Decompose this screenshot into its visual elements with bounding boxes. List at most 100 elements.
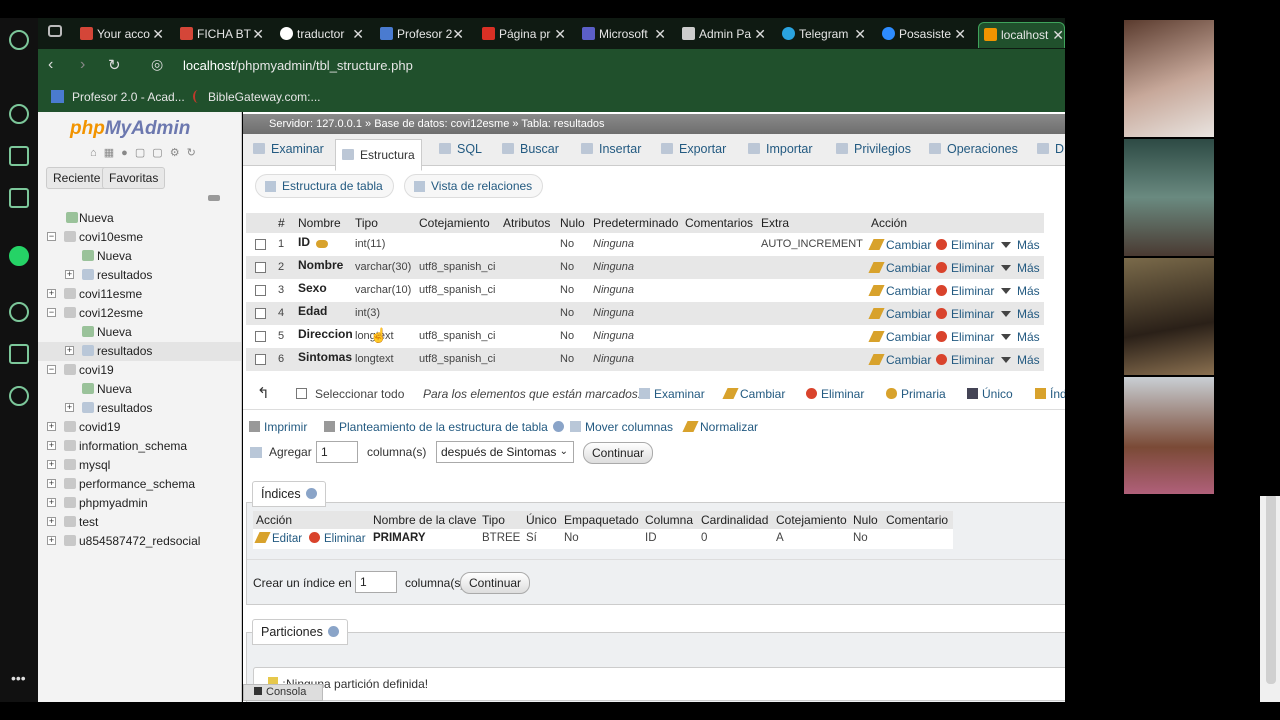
close-icon[interactable]: ✕ [754, 22, 766, 46]
bookmark-biblegateway[interactable]: BibleGateway.com:... [193, 90, 321, 104]
close-icon[interactable]: ✕ [152, 22, 164, 46]
select-all-label[interactable]: Seleccionar todo [315, 387, 404, 401]
tab-structure[interactable]: Estructura [335, 139, 422, 171]
gamepad-icon[interactable] [48, 25, 62, 37]
tab-privileges[interactable]: Privilegios [836, 134, 911, 166]
scroll-thumb[interactable] [1266, 494, 1276, 684]
tree-new-db[interactable]: Nueva [38, 209, 241, 228]
add-columns-continue-button[interactable]: Continuar [583, 442, 654, 464]
help-icon[interactable] [327, 626, 339, 637]
close-icon[interactable]: ✕ [252, 22, 264, 46]
tree-new-table[interactable]: Nueva [38, 380, 241, 399]
row-checkbox[interactable] [255, 331, 266, 342]
tree-table-resultados[interactable]: + resultados [38, 399, 241, 418]
scrollbar[interactable] [1260, 494, 1280, 702]
delete-button[interactable]: Eliminar [936, 353, 994, 367]
bookmark-profesor[interactable]: Profesor 2.0 - Acad... [51, 90, 185, 104]
expand-icon[interactable]: + [47, 479, 56, 488]
tab-pagina[interactable]: Página pr ✕ [482, 22, 568, 48]
back-icon[interactable]: ‹ [48, 56, 53, 74]
tree-db-covi10esme[interactable]: − covi10esme [38, 228, 241, 247]
tab-gmail-account[interactable]: Your acco ✕ [80, 22, 166, 48]
cube-icon[interactable] [9, 344, 29, 364]
row-checkbox[interactable] [255, 239, 266, 250]
tree-table-resultados-selected[interactable]: + resultados [38, 342, 241, 361]
whatsapp-icon[interactable] [9, 246, 29, 266]
tab-traductor[interactable]: traductor ✕ [280, 22, 366, 48]
tree-table-resultados[interactable]: + resultados [38, 266, 241, 285]
tree-db-covi19[interactable]: − covi19 [38, 361, 241, 380]
tab-browse[interactable]: Examinar [253, 134, 324, 166]
nav-quick-icons[interactable]: ⌂ ▦ ● ▢ ▢ ⚙ ↻ [90, 146, 198, 159]
delete-button[interactable]: Eliminar [936, 307, 994, 321]
tree-new-table[interactable]: Nueva [38, 247, 241, 266]
more-button[interactable]: Más [1001, 238, 1040, 252]
change-button[interactable]: Cambiar [868, 284, 931, 298]
row-checkbox[interactable] [255, 354, 266, 365]
tree-db-covi12esme[interactable]: − covi12esme [38, 304, 241, 323]
collapse-icon[interactable]: − [47, 365, 56, 374]
bulk-browse-button[interactable]: Examinar [639, 387, 705, 401]
breadcrumb-table[interactable]: Tabla: resultados [521, 118, 604, 130]
tab-more[interactable]: D [1037, 134, 1064, 166]
tab-import[interactable]: Importar [748, 134, 813, 166]
close-icon[interactable]: ✕ [954, 22, 966, 46]
more-icon[interactable]: ••• [11, 670, 26, 686]
recent-button[interactable]: Reciente [46, 167, 108, 189]
expand-icon[interactable]: + [47, 441, 56, 450]
breadcrumb-server[interactable]: Servidor: 127.0.0.1 [269, 118, 362, 130]
bulk-unique-button[interactable]: Único [967, 387, 1013, 401]
tree-db-covid19[interactable]: + covid19 [38, 418, 241, 437]
tab-posasistencia[interactable]: Posasiste ✕ [882, 22, 968, 48]
change-button[interactable]: Cambiar [868, 330, 931, 344]
bulk-index-button[interactable]: Índ [1035, 387, 1065, 401]
expand-icon[interactable]: + [65, 403, 74, 412]
expand-icon[interactable]: + [47, 498, 56, 507]
console-toggle[interactable]: Consola [243, 684, 323, 701]
delete-button[interactable]: Eliminar [936, 261, 994, 275]
delete-button[interactable]: Eliminar [936, 284, 994, 298]
tab-sql[interactable]: SQL [439, 134, 482, 166]
add-columns-count[interactable]: 1 [316, 441, 358, 463]
tab-insert[interactable]: Insertar [581, 134, 641, 166]
tab-admin[interactable]: Admin Pa ✕ [682, 22, 768, 48]
add-columns-position-select[interactable]: después de Sintomas ⌄ [436, 441, 574, 463]
more-button[interactable]: Más [1001, 284, 1040, 298]
collapse-icon[interactable]: − [47, 232, 56, 241]
reload-icon[interactable]: ↻ [108, 56, 121, 74]
more-button[interactable]: Más [1001, 330, 1040, 344]
expand-icon[interactable]: + [47, 289, 56, 298]
link-icon[interactable] [208, 195, 220, 201]
index-edit-button[interactable]: Editar [254, 532, 302, 545]
expand-icon[interactable]: + [47, 536, 56, 545]
row-checkbox[interactable] [255, 262, 266, 273]
help-icon[interactable] [305, 488, 317, 499]
row-checkbox[interactable] [255, 285, 266, 296]
tab-localhost[interactable]: localhost ✕ [978, 22, 1065, 48]
delete-button[interactable]: Eliminar [936, 330, 994, 344]
expand-icon[interactable]: + [65, 346, 74, 355]
propose-structure-link[interactable]: Planteamiento de la estructura de tabla [324, 420, 564, 434]
sort-name[interactable]: Nombre [298, 216, 341, 230]
expand-icon[interactable]: + [47, 460, 56, 469]
expand-icon[interactable]: + [47, 517, 56, 526]
tab-telegram[interactable]: Telegram ✕ [782, 22, 868, 48]
change-button[interactable]: Cambiar [868, 353, 931, 367]
close-icon[interactable]: ✕ [452, 22, 464, 46]
tab-operations[interactable]: Operaciones [929, 134, 1018, 166]
close-icon[interactable]: ✕ [854, 22, 866, 46]
subtab-table-structure[interactable]: Estructura de tabla [255, 174, 394, 198]
help-icon[interactable] [552, 421, 564, 432]
tree-new-table[interactable]: Nueva [38, 323, 241, 342]
create-index-continue-button[interactable]: Continuar [460, 572, 531, 594]
more-button[interactable]: Más [1001, 353, 1040, 367]
more-button[interactable]: Más [1001, 307, 1040, 321]
tree-db-information-schema[interactable]: + information_schema [38, 437, 241, 456]
clock-icon[interactable] [9, 302, 29, 322]
bag-icon[interactable] [9, 146, 29, 166]
change-button[interactable]: Cambiar [868, 238, 931, 252]
bulk-primary-button[interactable]: Primaria [886, 387, 946, 401]
tab-search[interactable]: Buscar [502, 134, 559, 166]
tree-db-performance-schema[interactable]: + performance_schema [38, 475, 241, 494]
tree-db-test[interactable]: + test [38, 513, 241, 532]
